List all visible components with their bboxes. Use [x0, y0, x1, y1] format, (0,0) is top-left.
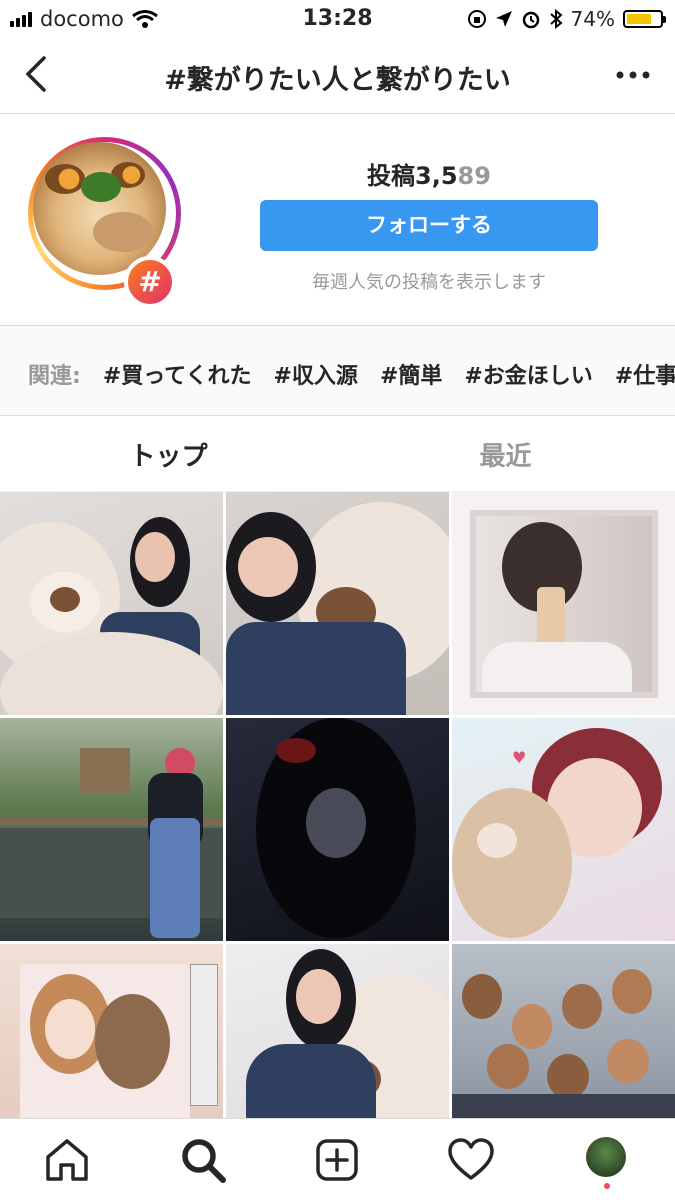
battery-percent: 74%	[570, 7, 615, 31]
search-icon[interactable]	[178, 1135, 228, 1185]
add-post-icon[interactable]	[312, 1135, 362, 1185]
post-thumbnail[interactable]	[226, 492, 449, 715]
heart-icon[interactable]	[446, 1135, 496, 1185]
orientation-lock-icon	[467, 10, 486, 28]
post-grid: ♥	[0, 492, 675, 1118]
battery-icon	[623, 10, 666, 28]
follow-button[interactable]: フォローする	[260, 200, 598, 251]
bottom-tab-bar	[0, 1118, 675, 1200]
post-thumbnail[interactable]	[226, 718, 449, 941]
post-count-label: 投稿3,5	[367, 162, 458, 190]
tab-recent[interactable]: 最近	[337, 436, 674, 473]
nav-bar: #繋がりたい人と繋がりたい	[0, 38, 675, 114]
related-tag[interactable]: #収入源	[274, 358, 358, 390]
related-tag[interactable]: #買ってくれた	[103, 358, 252, 390]
ramen-image	[33, 142, 166, 275]
hashtag-badge: #	[124, 256, 176, 308]
tab-top[interactable]: トップ	[0, 436, 337, 473]
ellipsis-icon[interactable]	[615, 68, 651, 82]
post-thumbnail[interactable]	[0, 718, 223, 941]
related-label: 関連:	[28, 364, 81, 389]
post-thumbnail[interactable]	[0, 492, 223, 715]
bluetooth-icon	[549, 9, 563, 29]
post-thumbnail[interactable]: ♥	[452, 718, 675, 941]
post-thumbnail[interactable]	[226, 944, 449, 1118]
chevron-left-icon[interactable]	[18, 52, 58, 96]
home-icon[interactable]	[42, 1135, 92, 1185]
notification-dot	[604, 1183, 610, 1189]
post-thumbnail[interactable]	[0, 944, 223, 1118]
weekly-top-posts-text: 毎週人気の投稿を表示します	[312, 272, 546, 293]
alarm-icon	[522, 11, 539, 29]
location-icon	[495, 11, 512, 27]
related-hashtags: 関連: #買ってくれた #収入源 #簡単 #お金ほしい #仕事	[0, 326, 675, 416]
status-bar: docomo 13:28 74%	[0, 0, 675, 38]
page-title: #繋がりたい人と繋がりたい	[164, 65, 511, 96]
hashtag-header: # 投稿3,589 フォローする 毎週人気の投稿を表示します	[0, 114, 675, 326]
post-thumbnail[interactable]	[452, 944, 675, 1118]
post-count-faded: 89	[457, 162, 491, 190]
related-tag[interactable]: #仕事	[615, 358, 675, 390]
related-tag[interactable]: #お金ほしい	[464, 358, 592, 390]
post-count: 投稿3,589	[260, 156, 598, 191]
post-thumbnail[interactable]	[452, 492, 675, 715]
profile-avatar[interactable]	[586, 1137, 626, 1177]
feed-tabs: トップ 最近	[0, 416, 675, 492]
related-tag[interactable]: #簡単	[380, 358, 442, 390]
